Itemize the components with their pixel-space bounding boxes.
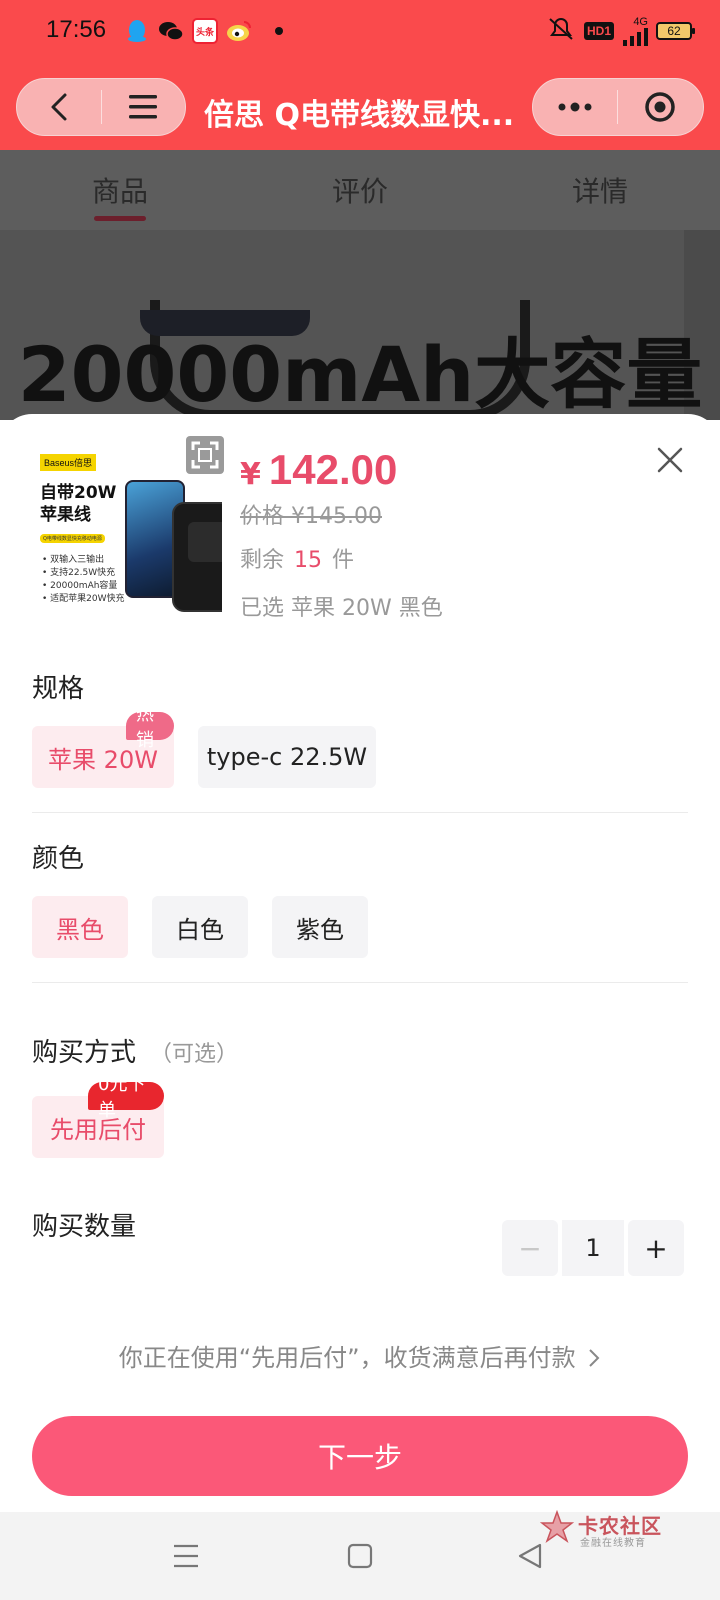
watermark-subtitle: 金融在线教育	[580, 1538, 646, 1549]
color-section-title: 颜色	[32, 844, 85, 874]
page-title: 倍思 Q电带线数显快...	[204, 98, 515, 133]
square-home-icon	[347, 1543, 373, 1569]
home-button[interactable]	[338, 1534, 382, 1578]
banner-headline: 20000mAh大容量	[17, 330, 703, 419]
more-button[interactable]	[533, 78, 617, 136]
thumbnail-title: 自带20W 苹果线	[40, 483, 117, 525]
sku-selection-sheet: Baseus倍思 自带20W 苹果线 Q电带线数显快充移动电源 • 双输入三输出…	[0, 414, 720, 1512]
thumbnail-brand: Baseus倍思	[40, 454, 97, 471]
watermark-logo-icon	[540, 1510, 574, 1543]
thumbnail-features: • 双输入三输出 • 支持22.5W快充 • 20000mAh容量 • 适配苹果…	[42, 555, 125, 604]
spec-option-apple-20w[interactable]: 苹果 20W 热销	[32, 704, 174, 788]
stock-count: 15	[294, 548, 323, 573]
purchase-method-title: 购买方式 （可选）	[32, 1032, 238, 1069]
hot-sale-tag: 热销	[126, 704, 174, 751]
stock-suffix: 件	[332, 548, 355, 573]
notification-dot-icon	[266, 18, 292, 44]
status-bar: 17:56 头条 HD1 4G 62	[0, 0, 720, 64]
action-capsule	[532, 78, 704, 136]
tab-product[interactable]: 商品	[92, 170, 148, 210]
original-price: 价格 ¥145.00	[240, 504, 382, 529]
spec-section-title: 规格	[32, 674, 85, 704]
recent-apps-button[interactable]	[164, 1534, 208, 1578]
spec-option-label: type-c 22.5W	[206, 743, 368, 771]
nav-capsule	[16, 78, 186, 136]
selected-summary: 已选 苹果 20W 黑色	[240, 596, 443, 621]
color-option-label: 紫色	[296, 915, 344, 944]
chevron-right-icon	[589, 1349, 600, 1367]
increase-quantity-button[interactable]: +	[628, 1220, 684, 1276]
cellular-icon: 4G	[622, 15, 648, 46]
menu-button[interactable]	[102, 78, 186, 136]
toutiao-icon: 头条	[192, 18, 218, 44]
price-value: 142.00	[268, 446, 398, 493]
color-option-label: 白色	[176, 915, 224, 944]
close-icon	[657, 447, 683, 473]
back-arrow-icon	[51, 93, 67, 121]
tab-active-indicator	[94, 216, 146, 221]
watermark: 卡农社区 金融在线教育	[540, 1510, 710, 1560]
quantity-stepper: − 1 +	[502, 1220, 684, 1276]
system-navigation-bar: 卡农社区 金融在线教育	[0, 1510, 720, 1600]
purchase-method-label: 购买方式	[32, 1038, 137, 1068]
color-option-purple[interactable]: 紫色	[272, 896, 368, 958]
thumbnail-subtitle: Q电带线数显快充移动电源	[40, 534, 105, 543]
tab-reviews[interactable]: 评价	[332, 170, 388, 210]
back-button[interactable]	[17, 78, 101, 136]
stock-prefix: 剩余	[240, 548, 285, 573]
color-option-white[interactable]: 白色	[152, 896, 248, 958]
pay-later-notice[interactable]: 你正在使用“先用后付”，收货满意后再付款	[0, 1338, 720, 1373]
section-divider	[32, 812, 688, 813]
pay-later-option[interactable]: 先用后付 0元下单	[32, 1074, 164, 1158]
wechat-icon	[158, 18, 184, 44]
spec-option-typec-22-5w[interactable]: type-c 22.5W	[198, 726, 376, 788]
pay-later-notice-text: 你正在使用“先用后付”，收货满意后再付款	[118, 1344, 576, 1372]
tab-details[interactable]: 详情	[572, 170, 628, 210]
qq-icon	[124, 18, 150, 44]
section-divider	[32, 982, 688, 983]
toutiao-label: 头条	[195, 27, 214, 38]
battery-icon: 62	[656, 22, 695, 40]
close-sheet-button[interactable]	[650, 440, 690, 480]
price: ¥ 142.00	[240, 446, 397, 494]
currency-symbol: ¥	[240, 457, 261, 492]
status-time: 17:56	[46, 16, 107, 43]
optional-hint: （可选）	[150, 1042, 239, 1067]
decrease-quantity-button[interactable]: −	[502, 1220, 558, 1276]
fullscreen-icon	[191, 441, 219, 469]
stock-remaining: 剩余 15 件	[240, 542, 354, 574]
product-page-background: 商品 评价 详情 20000mAh大容量	[0, 150, 720, 420]
mini-program-title-bar: 倍思 Q电带线数显快...	[0, 64, 720, 150]
menu-lines-icon	[174, 1544, 198, 1568]
color-option-black[interactable]: 黑色	[32, 896, 128, 958]
weibo-icon	[226, 18, 252, 44]
network-label: 4G	[633, 15, 648, 28]
quantity-value[interactable]: 1	[562, 1220, 624, 1276]
hamburger-icon	[129, 95, 158, 119]
hd-badge: HD1	[583, 22, 614, 40]
expand-image-button[interactable]	[186, 436, 224, 474]
status-indicators: HD1 4G 62	[546, 15, 695, 46]
more-dots-icon	[558, 102, 592, 112]
target-circle-icon	[645, 92, 675, 122]
thumbnail-power-bank-image	[172, 502, 222, 612]
product-tabs: 商品 评价 详情	[0, 150, 720, 230]
quantity-title: 购买数量	[32, 1212, 137, 1242]
close-mini-program-button[interactable]	[618, 78, 702, 136]
mute-icon	[546, 16, 576, 46]
zero-down-tag: 0元下单	[88, 1074, 164, 1121]
color-option-label: 黑色	[56, 915, 104, 944]
next-step-button[interactable]: 下一步	[32, 1416, 688, 1496]
